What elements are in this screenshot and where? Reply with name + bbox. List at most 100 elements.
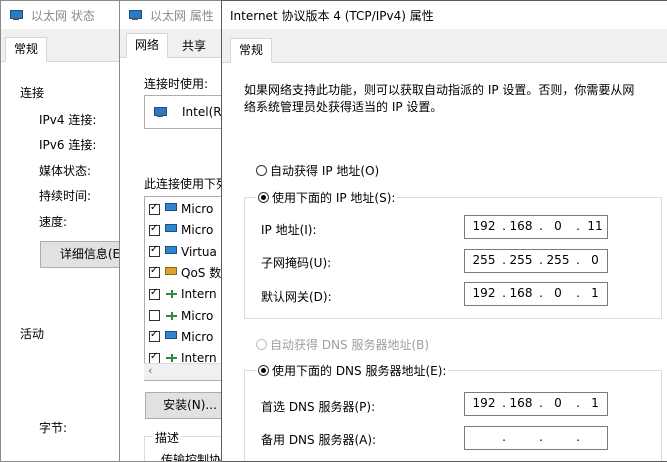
ip-dot: .	[502, 430, 506, 444]
intro-text-line-2: 络系统管理员处获得适当的 IP 设置。	[244, 100, 443, 114]
item-checkbox[interactable]	[149, 329, 160, 343]
ip-octet[interactable]: 192	[469, 396, 499, 410]
network-client-icon	[165, 224, 179, 236]
manual-dns-radio[interactable]	[258, 365, 269, 376]
install-button[interactable]: 安装(N)...	[145, 392, 230, 419]
ip-octet[interactable]: 1	[580, 396, 610, 410]
manual-ip-group: 使用下面的 IP 地址(S): IP 地址(I): 子网掩码(U): 默认网关(…	[244, 189, 662, 319]
description-label: 描述	[153, 429, 182, 446]
item-checkbox[interactable]	[149, 244, 160, 258]
list-item[interactable]: Intern	[149, 284, 217, 304]
network-icon	[128, 9, 142, 21]
ip-address-field[interactable]: 192. 168. 0. 11	[464, 215, 608, 239]
horizontal-scrollbar[interactable]: ‹	[144, 363, 230, 380]
subnet-mask-field[interactable]: 255. 255. 255. 0	[464, 249, 608, 273]
ip-octet[interactable]: 255	[469, 253, 499, 267]
items-label: 此连接使用下列	[144, 177, 229, 191]
list-item[interactable]: Micro	[149, 327, 213, 347]
ip-octet[interactable]: 255	[543, 253, 573, 267]
ipv4-dialog-titlebar[interactable]: Internet 协议版本 4 (TCP/IPv4) 属性	[222, 1, 667, 29]
item-label: Virtua	[181, 244, 217, 259]
properties-window-titlebar[interactable]: 以太网 属性	[120, 1, 230, 29]
item-label: Intern	[181, 287, 217, 302]
default-gateway-label: 默认网关(D):	[261, 290, 332, 304]
ip-octet[interactable]: 1	[580, 286, 610, 300]
default-gateway-field[interactable]: 192. 168. 0. 1	[464, 282, 608, 306]
manual-dns-group: 使用下面的 DNS 服务器地址(E): 首选 DNS 服务器(P): 备用 DN…	[244, 362, 662, 461]
subnet-mask-label: 子网掩码(U):	[261, 256, 332, 270]
ip-address-label: IP 地址(I):	[261, 223, 317, 237]
bytes-label: 字节:	[39, 421, 68, 435]
tab-networking[interactable]: 网络	[126, 33, 169, 58]
qos-icon	[165, 266, 179, 279]
ip-octet[interactable]: 0	[543, 219, 573, 233]
list-item[interactable]: Micro	[149, 199, 213, 219]
ip-octet[interactable]: 0	[543, 286, 573, 300]
status-page: 连接 IPv4 连接: IPv6 连接: 媒体状态: 持续时间: 速度: 详细信…	[1, 62, 129, 461]
properties-window-title: 以太网 属性	[150, 8, 214, 23]
network-client-icon	[165, 203, 179, 215]
tab-general[interactable]: 常规	[230, 38, 273, 63]
item-checkbox[interactable]	[149, 310, 160, 321]
item-checkbox[interactable]	[149, 202, 160, 215]
ip-dot: .	[539, 430, 543, 444]
description-group: 描述 传输控制协	[144, 429, 230, 462]
tab-general[interactable]: 常规	[5, 37, 48, 62]
manual-ip-label: 使用下面的 IP 地址(S):	[272, 191, 396, 205]
adapter-name: Intel(R	[182, 105, 222, 119]
list-item[interactable]: QoS 数	[149, 263, 221, 283]
item-checkbox[interactable]	[149, 223, 160, 236]
media-state-label: 媒体状态:	[39, 164, 92, 178]
item-label: Micro	[181, 202, 214, 216]
manual-dns-option[interactable]: 使用下面的 DNS 服务器地址(E):	[256, 362, 449, 379]
networking-page: 连接时使用: Intel(R 此连接使用下列 Micro Micro Virtua Q…	[120, 58, 230, 461]
item-checkbox[interactable]	[149, 265, 160, 279]
ip-octet[interactable]: 255	[506, 253, 536, 267]
item-label: Micro	[181, 308, 214, 323]
ethernet-status-window: 以太网 状态 常规 连接 IPv4 连接: IPv6 连接: 媒体状态: 持续时…	[0, 0, 130, 462]
auto-ip-label: 自动获得 IP 地址(O)	[270, 164, 380, 178]
connection-items-list[interactable]: MicroMicroVirtuaQoS 数InternMicroMicroInt…	[144, 196, 230, 381]
ip-octet[interactable]: 0	[580, 253, 610, 267]
item-checkbox[interactable]	[149, 287, 160, 300]
auto-ip-radio[interactable]	[256, 165, 267, 176]
auto-dns-radio[interactable]	[256, 339, 267, 350]
adapter-icon	[153, 106, 167, 118]
connect-using-label: 连接时使用:	[144, 77, 209, 91]
network-client-icon	[165, 245, 179, 258]
properties-tab-bar: 网络 共享	[120, 31, 230, 58]
alternate-dns-label: 备用 DNS 服务器(A):	[261, 433, 377, 447]
ipv4-connectivity-label: IPv4 连接:	[39, 113, 97, 127]
details-button[interactable]: 详细信息(E	[40, 241, 129, 268]
status-window-titlebar[interactable]: 以太网 状态	[1, 1, 129, 29]
description-text: 传输控制协	[161, 453, 222, 462]
speed-label: 速度:	[39, 215, 68, 229]
manual-dns-label: 使用下面的 DNS 服务器地址(E):	[272, 364, 447, 378]
adapter-box: Intel(R	[144, 95, 230, 129]
ip-octet[interactable]: 168	[506, 219, 536, 233]
ip-dot: .	[576, 430, 580, 444]
ip-octet[interactable]: 0	[543, 396, 573, 410]
list-item[interactable]: Micro	[149, 220, 213, 240]
duration-label: 持续时间:	[39, 189, 92, 203]
manual-ip-radio[interactable]	[258, 192, 269, 203]
ipv4-properties-dialog: Internet 协议版本 4 (TCP/IPv4) 属性 常规 如果网络支持此…	[221, 0, 667, 462]
preferred-dns-field[interactable]: 192. 168. 0. 1	[464, 392, 608, 416]
ipv4-dialog-title: Internet 协议版本 4 (TCP/IPv4) 属性	[230, 8, 434, 23]
ipv4-tab-bar: 常规	[222, 36, 667, 63]
manual-ip-option[interactable]: 使用下面的 IP 地址(S):	[256, 189, 398, 206]
scroll-left-icon[interactable]: ‹	[148, 364, 152, 377]
ip-octet[interactable]: 168	[506, 396, 536, 410]
tab-sharing[interactable]: 共享	[174, 35, 214, 57]
alternate-dns-field[interactable]: ...	[464, 426, 608, 450]
ip-octet[interactable]: 11	[580, 219, 610, 233]
list-item[interactable]: Micro	[149, 306, 213, 326]
auto-ip-option[interactable]: 自动获得 IP 地址(O)	[256, 162, 379, 179]
list-item[interactable]: Virtua	[149, 242, 217, 262]
auto-dns-option[interactable]: 自动获得 DNS 服务器地址(B)	[256, 336, 429, 353]
status-tab-bar: 常规	[1, 35, 129, 62]
ip-octet[interactable]: 192	[469, 286, 499, 300]
ip-octet[interactable]: 168	[506, 286, 536, 300]
ip-octet[interactable]: 192	[469, 219, 499, 233]
item-checkbox[interactable]	[149, 351, 160, 364]
